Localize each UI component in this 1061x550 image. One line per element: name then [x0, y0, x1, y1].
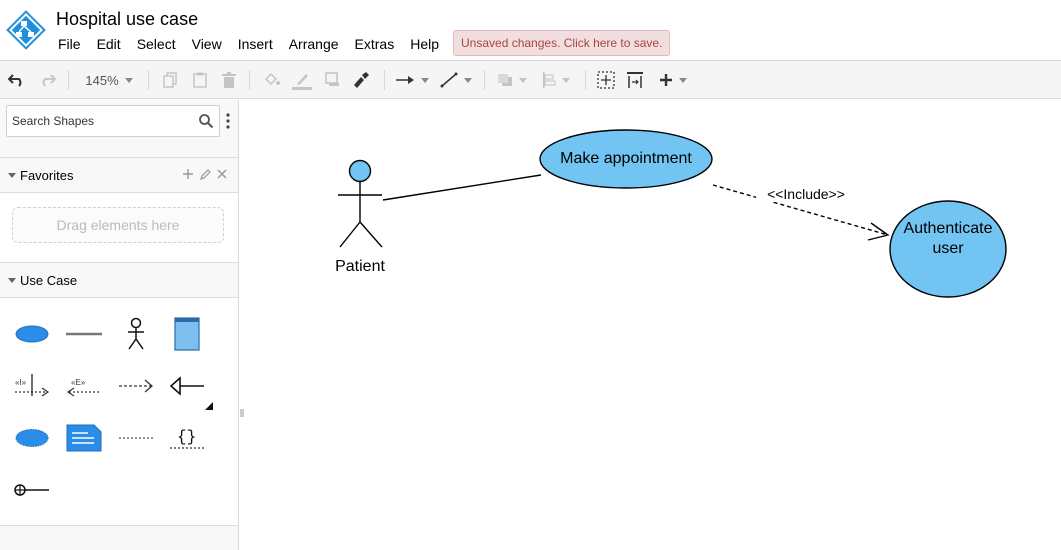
menu-extras[interactable]: Extras	[347, 34, 403, 56]
shapes-sidebar: Favorites Drag elements here Use Case	[0, 100, 239, 550]
waypoint-icon[interactable]	[438, 68, 474, 92]
document-title[interactable]: Hospital use case	[56, 9, 198, 30]
chevron-down-icon	[8, 278, 16, 283]
to-front-icon[interactable]	[494, 68, 530, 92]
favorites-actions	[182, 167, 228, 181]
use-case-label: Authenticate	[903, 220, 993, 237]
use-case-label: user	[932, 240, 964, 257]
chevron-down-icon	[679, 77, 687, 83]
toolbar-separator	[585, 70, 586, 90]
menu-select[interactable]: Select	[129, 34, 184, 56]
unsaved-changes-button[interactable]: Unsaved changes. Click here to save.	[453, 30, 671, 56]
search-input[interactable]	[7, 106, 197, 136]
add-icon[interactable]	[182, 167, 194, 181]
toolbar-separator	[148, 70, 149, 90]
toolbar: 145%	[0, 60, 1061, 99]
toolbar-separator	[249, 70, 250, 90]
favorites-label: Favorites	[20, 168, 74, 183]
menu-help[interactable]: Help	[402, 34, 447, 56]
undo-icon[interactable]	[6, 68, 28, 92]
align-icon[interactable]	[538, 68, 574, 92]
zoom-dropdown[interactable]: 145%	[80, 68, 138, 92]
line-color-icon[interactable]	[290, 68, 314, 92]
relation-label: <<Include>>	[756, 186, 856, 202]
connection-arrow-icon[interactable]	[394, 68, 430, 92]
insert-icon[interactable]	[654, 68, 692, 92]
chevron-down-icon	[562, 77, 570, 83]
shape-line[interactable]	[62, 312, 106, 356]
edit-icon[interactable]	[199, 167, 211, 181]
chevron-down-icon	[519, 77, 527, 83]
search-icon[interactable]	[198, 113, 214, 129]
shape-note[interactable]	[62, 416, 106, 460]
format-painter-icon[interactable]	[350, 68, 372, 92]
header: Hospital use case File Edit Select View …	[0, 0, 1061, 60]
toolbar-separator	[384, 70, 385, 90]
paste-icon[interactable]	[190, 68, 210, 92]
diagram-canvas[interactable]: Patient Make appointment Authenticate us…	[248, 100, 1061, 550]
shape-actor[interactable]	[114, 312, 158, 356]
use-case-label: Make appointment	[560, 150, 692, 167]
toolbar-separator	[484, 70, 485, 90]
svg-text:«E»: «E»	[71, 378, 86, 387]
sidebar-resize-handle[interactable]	[239, 408, 245, 418]
favorites-header[interactable]: Favorites	[0, 157, 238, 193]
menu-edit[interactable]: Edit	[89, 34, 129, 56]
search-box	[6, 105, 220, 137]
shape-braces-constraint[interactable]: {}	[165, 416, 209, 460]
delete-icon[interactable]	[219, 68, 239, 92]
favorites-drop-zone[interactable]: Drag elements here	[12, 207, 224, 243]
fit-icon[interactable]	[595, 68, 617, 92]
shape-interface-lollipop[interactable]	[10, 468, 54, 512]
shadow-icon[interactable]	[322, 68, 344, 92]
shape-dashed-line[interactable]	[114, 416, 158, 460]
menu-file[interactable]: File	[50, 34, 89, 56]
close-icon[interactable]	[216, 167, 228, 181]
page-width-icon[interactable]	[624, 68, 646, 92]
chevron-down-icon	[421, 77, 429, 83]
redo-icon[interactable]	[36, 68, 58, 92]
more-shapes-icon[interactable]	[205, 402, 213, 410]
actor-patient[interactable]	[338, 159, 383, 248]
chevron-down-icon	[124, 77, 133, 83]
use-case-body: «I» «E» {}	[0, 298, 238, 526]
svg-text:«I»: «I»	[15, 378, 27, 387]
shape-document[interactable]	[165, 312, 209, 356]
shape-ellipse[interactable]	[10, 312, 54, 356]
more-options-icon[interactable]	[224, 112, 232, 130]
shape-generalization-arrow[interactable]	[165, 364, 209, 408]
menu-view[interactable]: View	[184, 34, 230, 56]
shape-extend-arrow[interactable]: «E»	[62, 364, 106, 408]
shape-cloud-ellipse[interactable]	[10, 416, 54, 460]
menu-insert[interactable]: Insert	[230, 34, 281, 56]
actor-label: Patient	[335, 258, 385, 275]
copy-icon[interactable]	[160, 68, 180, 92]
zoom-level: 145%	[85, 72, 119, 88]
svg-text:{}: {}	[177, 428, 196, 446]
chevron-down-icon	[8, 173, 16, 178]
app-window: Hospital use case File Edit Select View …	[0, 0, 1061, 550]
use-case-header[interactable]: Use Case	[0, 262, 238, 298]
menu-bar: File Edit Select View Insert Arrange Ext…	[50, 34, 447, 56]
toolbar-separator	[68, 70, 69, 90]
shape-dashed-arrow[interactable]	[114, 364, 158, 408]
association-line[interactable]	[382, 174, 542, 201]
favorites-body: Drag elements here	[0, 193, 238, 262]
use-case-label: Use Case	[20, 273, 78, 288]
app-logo-icon[interactable]	[6, 8, 46, 52]
shape-include-arrow[interactable]: «I»	[10, 364, 54, 408]
fill-color-icon[interactable]	[261, 68, 283, 92]
menu-arrange[interactable]: Arrange	[281, 34, 347, 56]
chevron-down-icon	[464, 77, 472, 83]
